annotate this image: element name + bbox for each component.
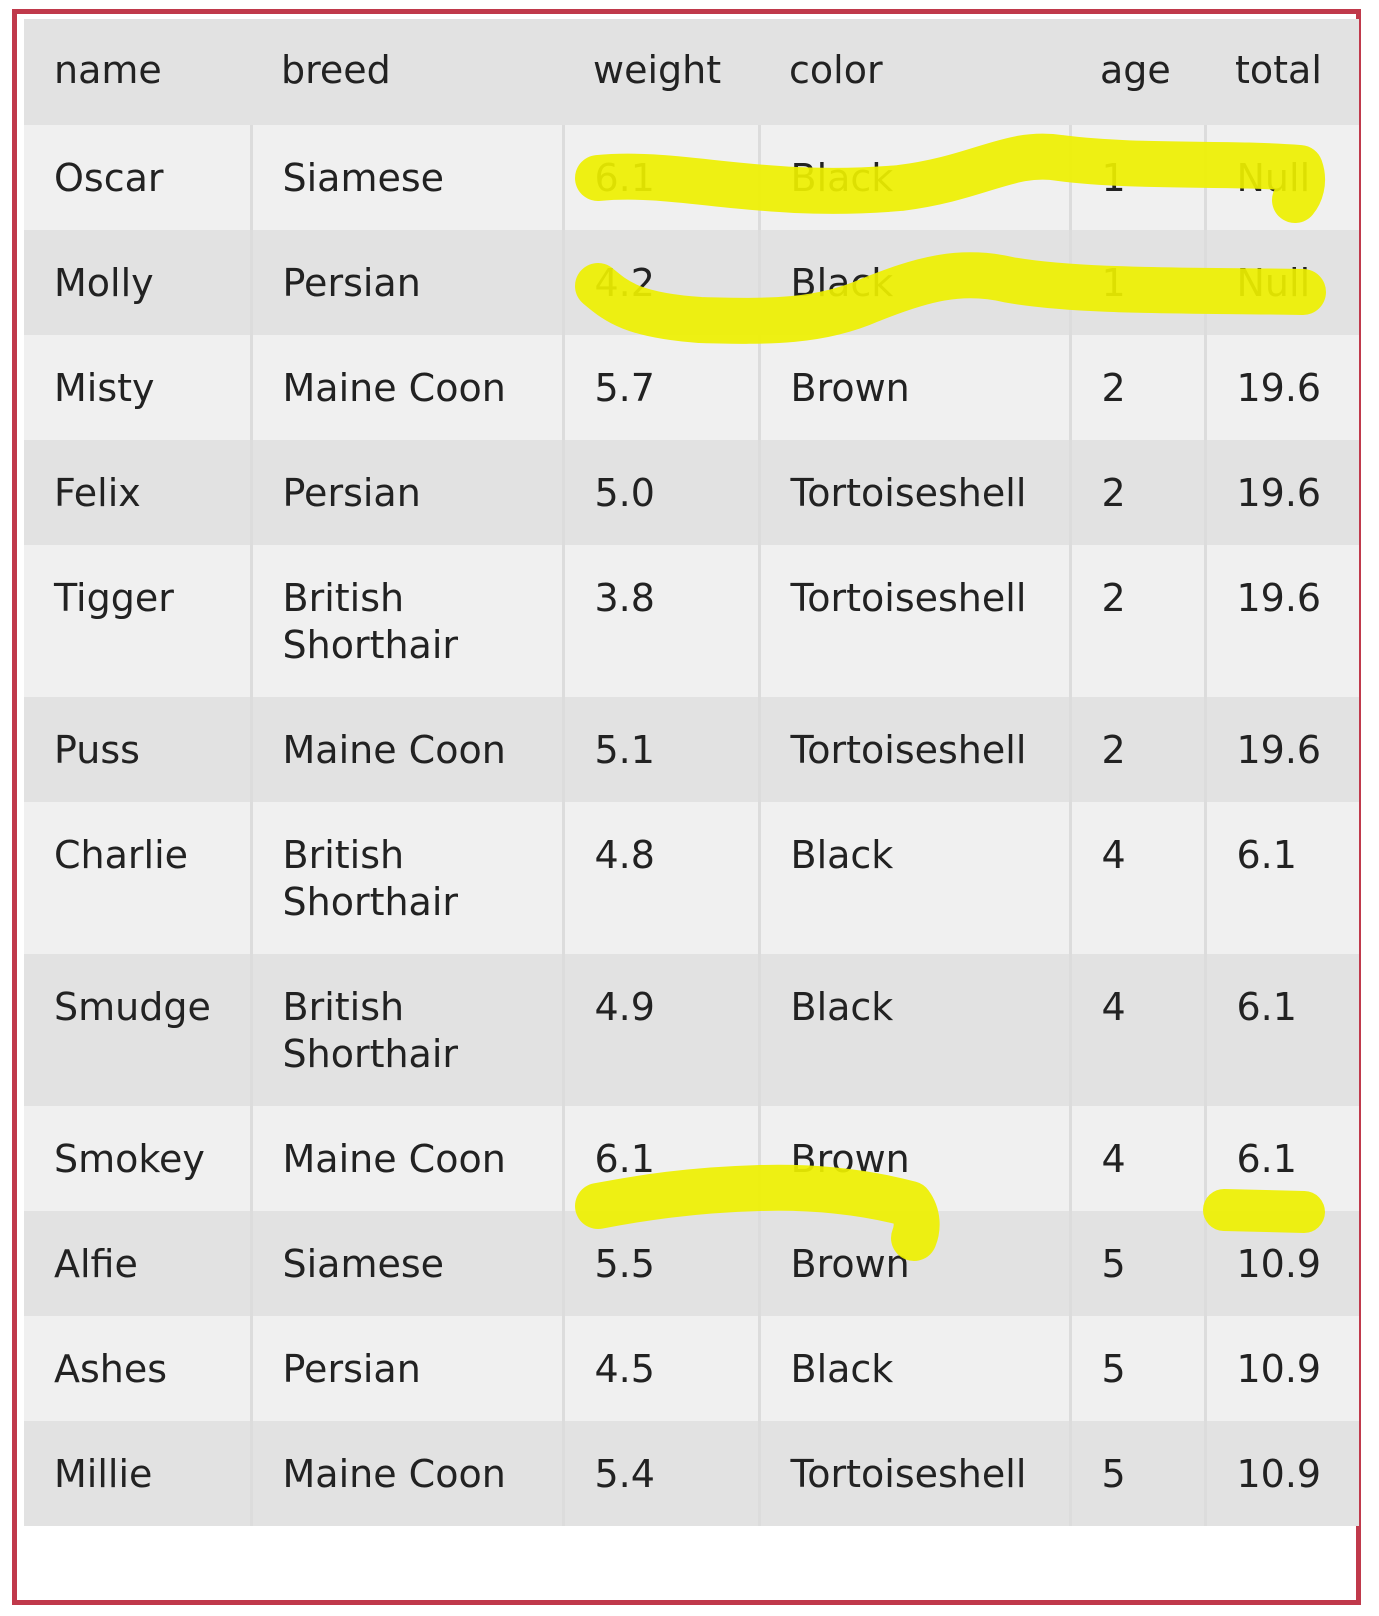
header-weight: weight [593, 48, 722, 92]
cell-age: 5 [1068, 1421, 1205, 1526]
cats-table: name breed weight color age total Oscar … [24, 19, 1359, 1526]
header-breed: breed [281, 48, 391, 92]
cell-total: 19.6 [1203, 440, 1359, 545]
cell-name: Tigger [54, 576, 174, 620]
header-age: age [1100, 48, 1171, 92]
cell-breed: Maine Coon [249, 1421, 563, 1526]
table-row: Misty Maine Coon 5.7 Brown 2 19.6 [24, 335, 1359, 440]
cell-weight: 5.4 [561, 1421, 759, 1526]
cell-total: 19.6 [1203, 335, 1359, 440]
cell-age: 1 [1068, 125, 1205, 230]
cell-breed: Siamese [249, 125, 563, 230]
table-row: Ashes Persian 4.5 Black 5 10.9 [24, 1316, 1359, 1421]
cell-total: Null [1203, 125, 1359, 230]
cell-breed: British Shorthair [249, 802, 563, 954]
cell-color: Tortoiseshell [757, 697, 1070, 802]
cell-name: Molly [54, 261, 154, 305]
cell-name: Smudge [54, 985, 211, 1029]
cell-name: Felix [54, 471, 141, 515]
cell-weight: 5.1 [561, 697, 759, 802]
cell-color: Black [757, 1316, 1070, 1421]
cell-breed: Maine Coon [249, 335, 563, 440]
cell-weight: 6.1 [561, 125, 759, 230]
cell-age: 4 [1068, 802, 1205, 954]
table-row: Tigger British Shorthair 3.8 Tortoiseshe… [24, 545, 1359, 697]
cell-weight: 3.8 [561, 545, 759, 697]
cell-color: Brown [757, 1106, 1070, 1211]
cell-breed: Siamese [249, 1211, 563, 1316]
cell-breed: British Shorthair [249, 954, 563, 1106]
cell-age: 4 [1068, 1106, 1205, 1211]
cell-total: Null [1203, 230, 1359, 335]
table-row: Molly Persian 4.2 Black 1 Null [24, 230, 1359, 335]
cell-breed: British Shorthair [249, 545, 563, 697]
cell-weight: 4.9 [561, 954, 759, 1106]
cell-color: Black [757, 802, 1070, 954]
cell-name: Smokey [54, 1137, 205, 1181]
cell-weight: 4.2 [561, 230, 759, 335]
cell-name: Alfie [54, 1242, 138, 1286]
cell-name: Oscar [54, 156, 164, 200]
cell-age: 2 [1068, 697, 1205, 802]
table-row: Oscar Siamese 6.1 Black 1 Null [24, 125, 1359, 230]
header-color: color [789, 48, 883, 92]
cell-color: Brown [757, 335, 1070, 440]
cell-color: Brown [757, 1211, 1070, 1316]
cell-color: Tortoiseshell [757, 1421, 1070, 1526]
cell-age: 4 [1068, 954, 1205, 1106]
cell-color: Black [757, 125, 1070, 230]
cell-total: 19.6 [1203, 545, 1359, 697]
cell-weight: 6.1 [561, 1106, 759, 1211]
cell-age: 2 [1068, 545, 1205, 697]
cell-weight: 5.5 [561, 1211, 759, 1316]
table-row: Felix Persian 5.0 Tortoiseshell 2 19.6 [24, 440, 1359, 545]
cell-age: 5 [1068, 1316, 1205, 1421]
cell-breed: Persian [249, 440, 563, 545]
cell-color: Black [757, 954, 1070, 1106]
cell-age: 1 [1068, 230, 1205, 335]
cell-color: Tortoiseshell [757, 545, 1070, 697]
cell-name: Misty [54, 366, 155, 410]
cell-name: Puss [54, 728, 140, 772]
cell-weight: 5.0 [561, 440, 759, 545]
cell-total: 6.1 [1203, 954, 1359, 1106]
header-name: name [54, 48, 162, 92]
cell-breed: Maine Coon [249, 697, 563, 802]
table-row: Smokey Maine Coon 6.1 Brown 4 6.1 [24, 1106, 1359, 1211]
cell-age: 5 [1068, 1211, 1205, 1316]
cell-total: 6.1 [1203, 1106, 1359, 1211]
header-total: total [1235, 48, 1322, 92]
table-header-row: name breed weight color age total [24, 19, 1359, 125]
table-row: Smudge British Shorthair 4.9 Black 4 6.1 [24, 954, 1359, 1106]
table-row: Puss Maine Coon 5.1 Tortoiseshell 2 19.6 [24, 697, 1359, 802]
cell-age: 2 [1068, 440, 1205, 545]
cell-weight: 4.5 [561, 1316, 759, 1421]
cell-total: 10.9 [1203, 1316, 1359, 1421]
table-row: Alfie Siamese 5.5 Brown 5 10.9 [24, 1211, 1359, 1316]
cell-weight: 4.8 [561, 802, 759, 954]
table-row: Charlie British Shorthair 4.8 Black 4 6.… [24, 802, 1359, 954]
cell-name: Charlie [54, 833, 189, 877]
cell-breed: Persian [249, 1316, 563, 1421]
cell-weight: 5.7 [561, 335, 759, 440]
cell-color: Black [757, 230, 1070, 335]
cell-color: Tortoiseshell [757, 440, 1070, 545]
table-row: Millie Maine Coon 5.4 Tortoiseshell 5 10… [24, 1421, 1359, 1526]
cell-total: 10.9 [1203, 1421, 1359, 1526]
cell-total: 6.1 [1203, 802, 1359, 954]
cell-breed: Persian [249, 230, 563, 335]
cell-breed: Maine Coon [249, 1106, 563, 1211]
table-frame: name breed weight color age total Oscar … [12, 9, 1361, 1605]
cell-name: Millie [54, 1452, 153, 1496]
cell-total: 10.9 [1203, 1211, 1359, 1316]
cell-total: 19.6 [1203, 697, 1359, 802]
cell-name: Ashes [54, 1347, 168, 1391]
cell-age: 2 [1068, 335, 1205, 440]
